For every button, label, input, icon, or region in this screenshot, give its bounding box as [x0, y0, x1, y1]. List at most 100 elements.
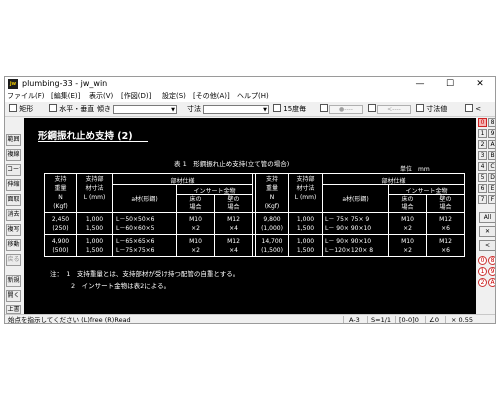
status-paper[interactable]: A-3: [349, 315, 360, 323]
tool-new[interactable]: 新規: [6, 275, 21, 287]
hv-option[interactable]: 水平・垂直: [49, 104, 94, 115]
tool-open[interactable]: 開く: [6, 290, 21, 302]
layer-a-button[interactable]: A: [488, 140, 495, 149]
app-window: jw plumbing-33 - jw_win — ☐ ✕ ファイル(F) [編…: [4, 76, 496, 324]
layer-9-button[interactable]: 9: [488, 129, 495, 138]
angle-combo[interactable]: ▼: [113, 105, 177, 114]
dimvalue-option[interactable]: 寸法値: [416, 104, 447, 115]
tool-chamfer[interactable]: 面取: [6, 194, 21, 206]
group-a-button[interactable]: A: [488, 278, 495, 287]
dim-label: 寸法: [187, 105, 201, 113]
header-insert: インサート金物: [193, 188, 236, 195]
layer-d-button[interactable]: D: [488, 173, 495, 182]
header-a-material: a材(形鋼): [131, 196, 158, 203]
deg15-label: 15度毎: [283, 105, 307, 113]
angle-label: 傾き: [97, 105, 111, 113]
layer-minus-button[interactable]: <: [479, 240, 495, 251]
menu-settings[interactable]: 設定(S): [162, 91, 186, 102]
close-button[interactable]: ✕: [467, 77, 493, 91]
tool-erase[interactable]: 消去: [6, 209, 21, 221]
hv-checkbox[interactable]: [49, 104, 57, 112]
tool-range[interactable]: 範囲: [6, 134, 21, 146]
layer-c-button[interactable]: C: [488, 162, 495, 171]
maximize-button[interactable]: ☐: [437, 77, 463, 91]
header-spec: 部材仕様: [170, 178, 195, 185]
header-wall: 壁の 場合: [227, 196, 240, 211]
status-angle[interactable]: ∠0: [429, 315, 439, 323]
point-button[interactable]: ●----: [329, 105, 363, 114]
layer-x-button[interactable]: ✕: [479, 226, 495, 237]
chevron-down-icon: ▼: [171, 107, 175, 113]
group-2-button[interactable]: 2: [478, 278, 487, 287]
layer-f-button[interactable]: F: [488, 195, 495, 204]
group-0-button[interactable]: 0: [478, 256, 487, 265]
tool-extend[interactable]: 伸縮: [6, 179, 21, 191]
group-9-button[interactable]: 9: [488, 267, 495, 276]
heading-underline: [38, 141, 148, 142]
group-1-button[interactable]: 1: [478, 267, 487, 276]
menu-view[interactable]: 表示(V): [89, 91, 113, 102]
layer-all-button[interactable]: All: [479, 212, 495, 223]
hv-label: 水平・垂直: [59, 105, 95, 113]
lt-label: <: [475, 105, 482, 113]
toolbar: 矩形 水平・垂直 傾き ▼ 寸法 ▼ 15度毎 ●---- <---- 寸法値 …: [5, 103, 495, 117]
btn-a-checkbox[interactable]: [320, 104, 328, 112]
layer-3-button[interactable]: 3: [478, 151, 487, 160]
layer-4-button[interactable]: 4: [478, 162, 487, 171]
header-floor-right: 床の 場合: [401, 196, 414, 211]
rect-option[interactable]: 矩形: [9, 104, 33, 115]
layer-e-button[interactable]: E: [488, 184, 495, 193]
right-layer-palette: 0 8 1 9 2 A 3 B 4 C 5 D 6 E 7 F All ✕ < …: [477, 118, 495, 314]
menu-edit[interactable]: [編集(E)]: [51, 91, 80, 102]
layer-5-button[interactable]: 5: [478, 173, 487, 182]
status-layer[interactable]: [0-0]0: [399, 315, 419, 323]
layer-6-button[interactable]: 6: [478, 184, 487, 193]
menu-other[interactable]: [その他(A)]: [193, 91, 230, 102]
rect-checkbox[interactable]: [9, 104, 17, 112]
tool-corner[interactable]: コーナー: [6, 164, 21, 176]
tool-copy[interactable]: 複写: [6, 224, 21, 236]
note-1: 注： 1 支持重量とは、支持部材が受け持つ配管の自重とする。: [50, 270, 240, 278]
lt-checkbox[interactable]: [465, 104, 473, 112]
layer-2-button[interactable]: 2: [478, 140, 487, 149]
status-bar: 始点を指示してください (L)free (R)Read A-3 S=1/1 [0…: [5, 314, 495, 323]
note-2: 2 インサート金物は表2による。: [71, 282, 171, 290]
layer-b-button[interactable]: B: [488, 151, 495, 160]
chevron-down-icon: ▼: [263, 107, 267, 113]
header-load-right: 支持 重量 N (Kgf): [264, 176, 280, 210]
menu-file[interactable]: ファイル(F): [7, 91, 45, 102]
status-zoom[interactable]: × 0.55: [451, 315, 473, 323]
layer-7-button[interactable]: 7: [478, 195, 487, 204]
tool-overwrite[interactable]: 上書: [6, 305, 21, 314]
menu-draw[interactable]: [作図(D)]: [121, 91, 151, 102]
layer-group-8-button[interactable]: 8: [488, 118, 495, 127]
menu-bar: ファイル(F) [編集(E)] 表示(V) [作図(D)] 設定(S) [その他…: [5, 91, 495, 102]
header-insert-right: インサート金物: [405, 188, 448, 195]
layer-group-0-button[interactable]: 0: [478, 118, 487, 127]
header-floor: 床の 場合: [189, 196, 202, 211]
rect-label: 矩形: [19, 105, 34, 113]
group-8-button[interactable]: 8: [488, 256, 495, 265]
btn-b-checkbox[interactable]: [368, 104, 376, 112]
header-wall-right: 壁の 場合: [439, 196, 452, 211]
drawing-heading: 形鋼振れ止め支持 (2): [38, 131, 133, 142]
arrow-button[interactable]: <----: [377, 105, 411, 114]
tool-move[interactable]: 移動: [6, 239, 21, 251]
layer-1-button[interactable]: 1: [478, 129, 487, 138]
tool-parallel[interactable]: 複線: [6, 149, 21, 161]
status-scale[interactable]: S=1/1: [371, 315, 391, 323]
header-a-material-right: a材(形鋼): [342, 196, 369, 203]
minimize-button[interactable]: —: [407, 77, 433, 91]
deg15-option[interactable]: 15度毎: [273, 104, 306, 115]
drawing-canvas[interactable]: 形鋼振れ止め支持 (2) 表 1 形鋼振れ止め支持(立て管の場合) 単位 mm: [24, 118, 476, 314]
deg15-checkbox[interactable]: [273, 104, 281, 112]
header-dim-right: 支持部 材寸法 L (mm): [294, 176, 317, 201]
dim-combo[interactable]: ▼: [203, 105, 269, 114]
tool-undo[interactable]: 戻る: [6, 254, 21, 266]
menu-help[interactable]: ヘルプ(H): [237, 91, 269, 102]
dimvalue-checkbox[interactable]: [416, 104, 424, 112]
jw-app-icon: jw: [8, 79, 18, 89]
table-title: 表 1 形鋼振れ止め支持(立て管の場合): [174, 160, 290, 168]
lt-option[interactable]: <: [465, 104, 481, 115]
window-title: plumbing-33 - jw_win: [22, 79, 108, 88]
